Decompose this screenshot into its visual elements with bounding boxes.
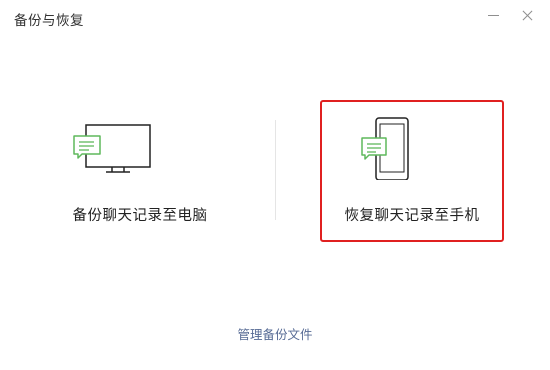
selection-highlight [320, 100, 504, 242]
manage-backup-files-link[interactable]: 管理备份文件 [0, 324, 550, 343]
close-icon [522, 10, 533, 21]
monitor-chat-icon [48, 100, 232, 180]
close-button[interactable] [510, 0, 544, 30]
options-divider [275, 120, 276, 220]
window-title: 备份与恢复 [14, 13, 84, 29]
backup-to-pc-option[interactable]: 备份聊天记录至电脑 [48, 100, 232, 244]
minimize-button[interactable] [476, 0, 510, 30]
backup-to-pc-label: 备份聊天记录至电脑 [72, 208, 208, 224]
minimize-icon [487, 14, 499, 16]
backup-restore-window: 备份与恢复 备份聊天记录至电脑 恢复聊天记录至手机 管理备份文件 [0, 0, 550, 370]
